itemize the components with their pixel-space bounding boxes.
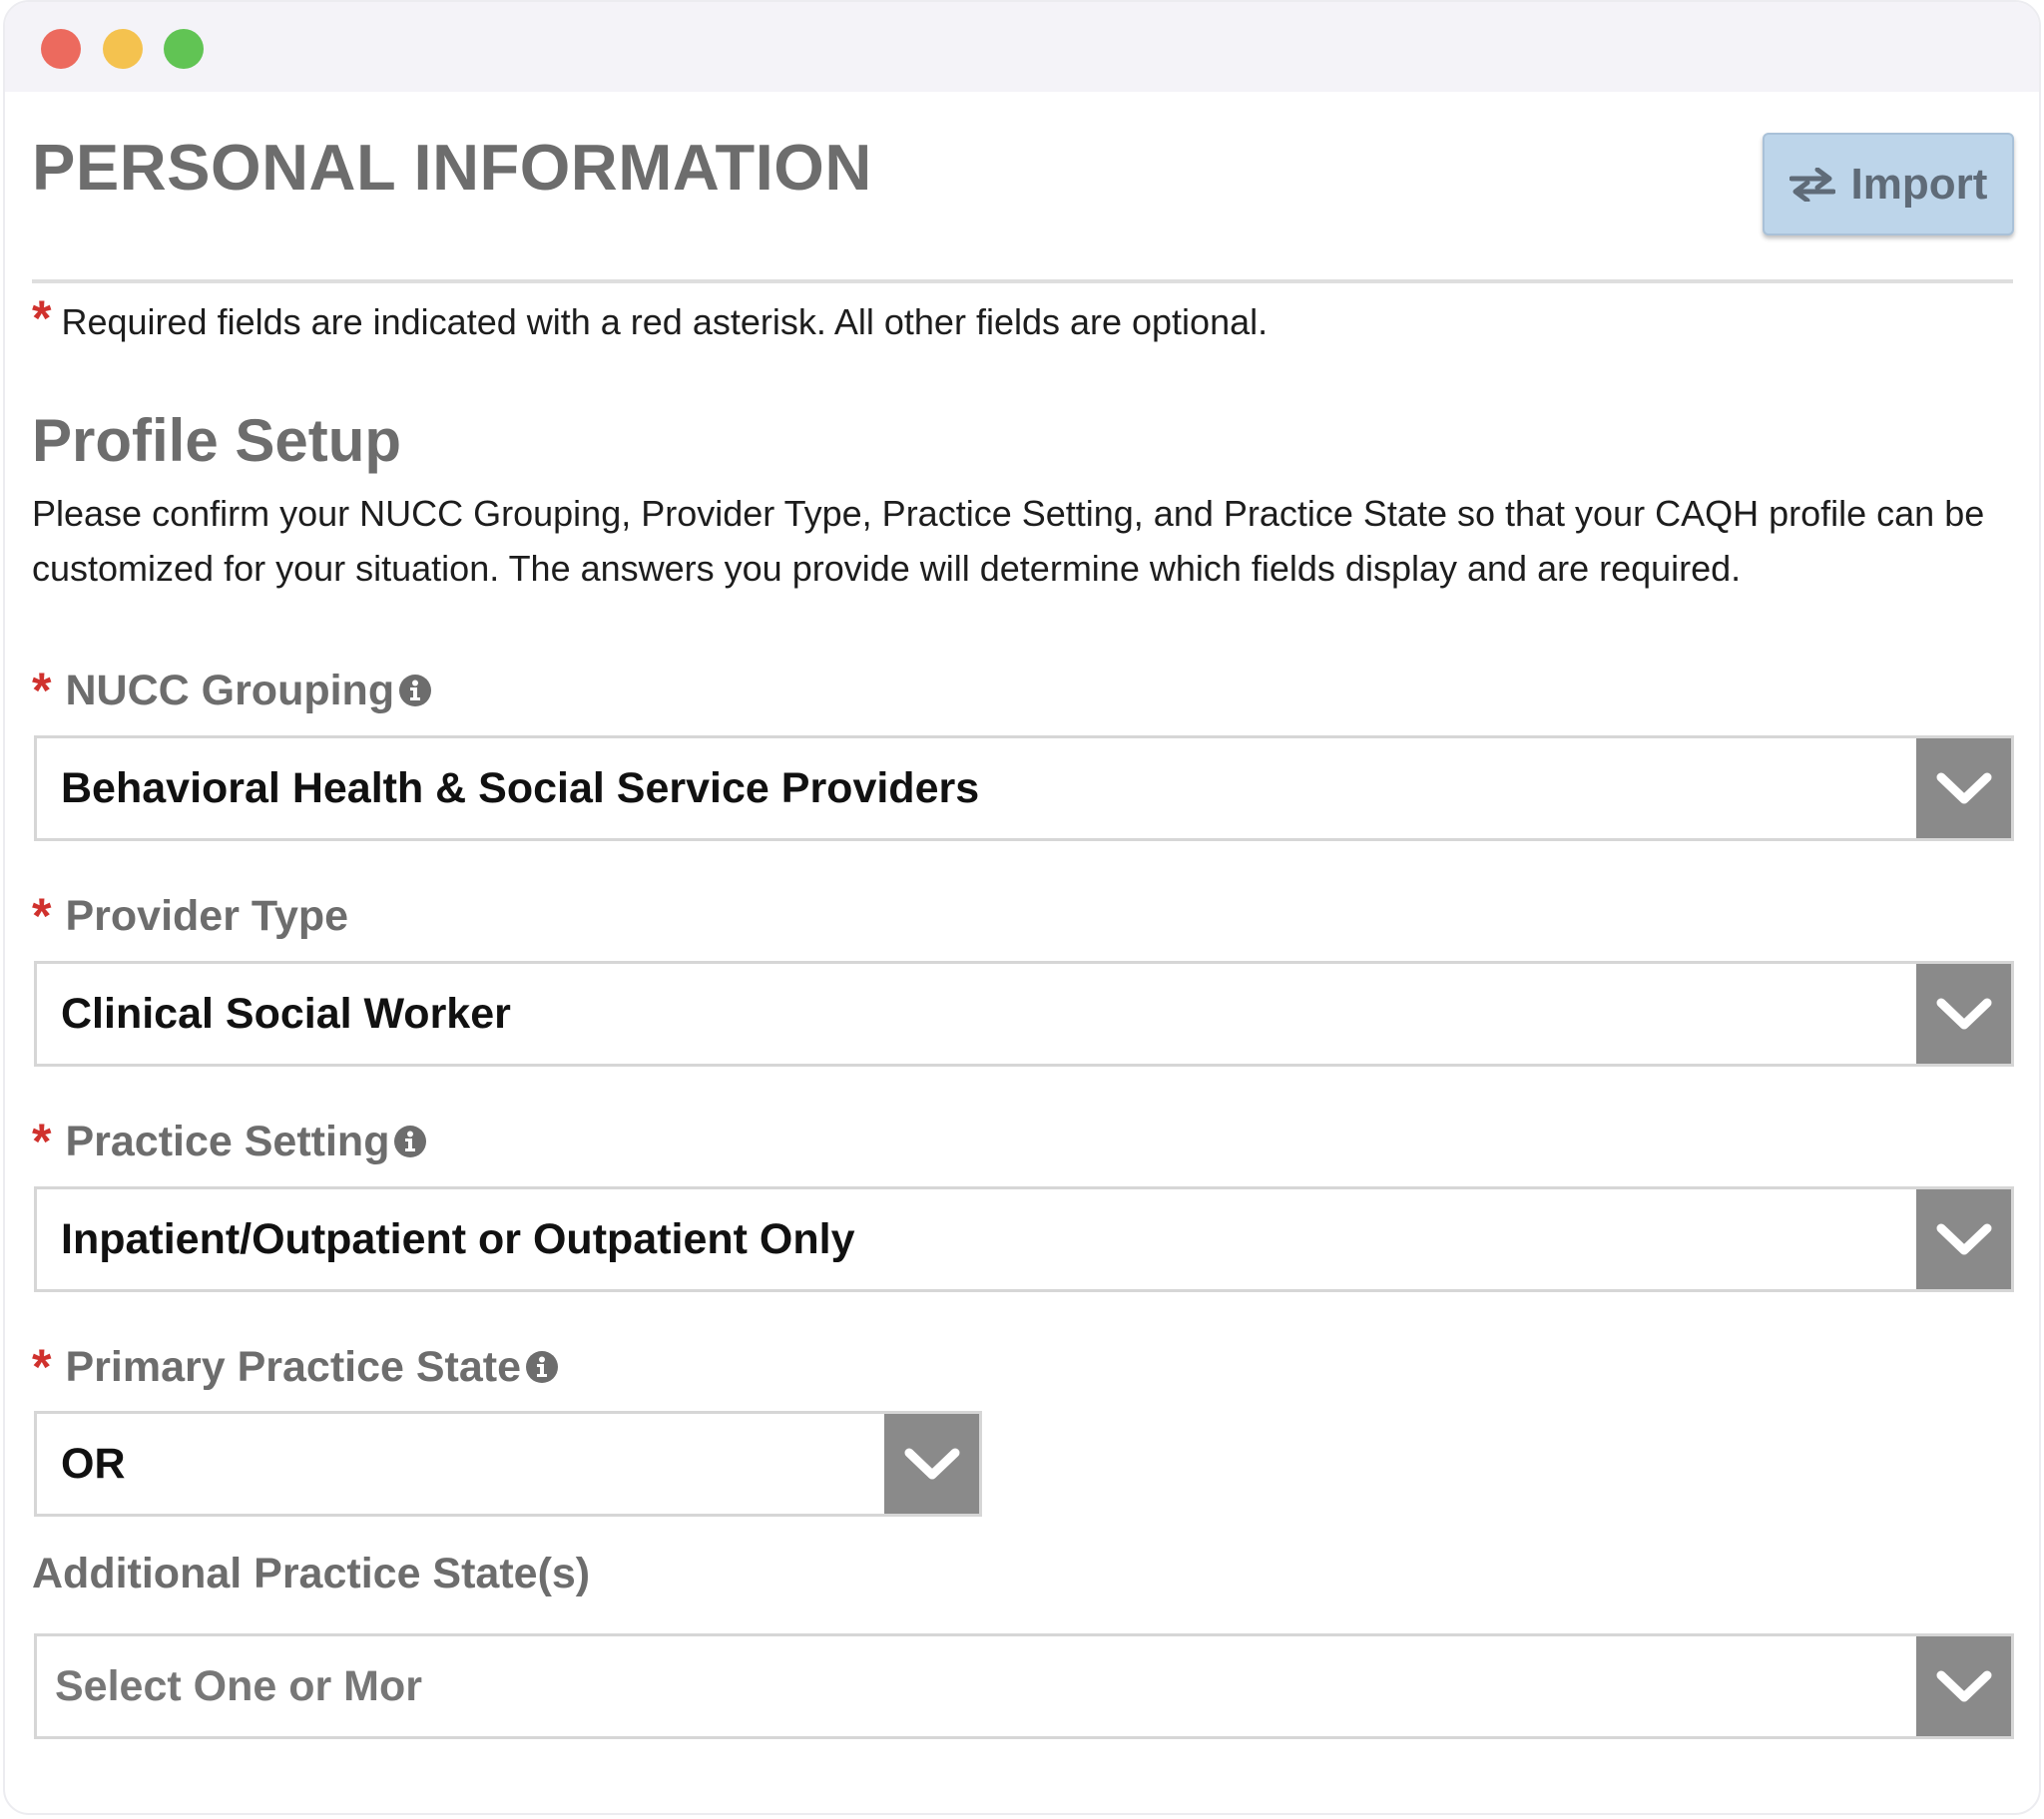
provider-type-select[interactable]: Clinical Social Worker [34, 961, 2014, 1067]
additional-practice-states-label-text: Additional Practice State(s) [32, 1550, 591, 1597]
required-asterisk: * [32, 1114, 52, 1169]
info-icon[interactable] [393, 1125, 427, 1158]
app-window: PERSONAL INFORMATION Import * Required fi… [3, 0, 2041, 1815]
chevron-down-icon[interactable] [884, 1414, 979, 1514]
page-title: PERSONAL INFORMATION [32, 131, 872, 204]
practice-setting-select[interactable]: Inpatient/Outpatient or Outpatient Only [34, 1186, 2014, 1292]
primary-practice-state-value: OR [61, 1439, 126, 1488]
nucc-grouping-value: Behavioral Health & Social Service Provi… [61, 763, 980, 812]
info-icon[interactable] [398, 674, 432, 707]
required-asterisk: * [32, 888, 52, 944]
import-button[interactable]: Import [1763, 133, 2014, 235]
primary-practice-state-label: * Primary Practice State [32, 1342, 559, 1392]
provider-type-label: * Provider Type [32, 891, 348, 941]
primary-practice-state-label-text: Primary Practice State [65, 1343, 522, 1391]
chevron-down-icon[interactable] [1916, 964, 2011, 1064]
nucc-grouping-label-text: NUCC Grouping [65, 667, 395, 714]
title-bar [5, 2, 2039, 92]
required-asterisk: * [32, 1339, 52, 1395]
info-icon[interactable] [525, 1350, 559, 1384]
header-divider [32, 279, 2013, 283]
practice-setting-label-text: Practice Setting [65, 1118, 390, 1165]
required-fields-note: * Required fields are indicated with a re… [32, 290, 1269, 346]
required-asterisk: * [32, 663, 52, 718]
minimize-window-button[interactable] [103, 29, 143, 69]
provider-type-label-text: Provider Type [65, 892, 349, 940]
provider-type-value: Clinical Social Worker [61, 989, 511, 1038]
additional-practice-states-label: Additional Practice State(s) [32, 1549, 590, 1598]
additional-practice-states-select[interactable]: Select One or Mor [34, 1633, 2014, 1739]
chevron-down-icon[interactable] [1916, 1189, 2011, 1289]
chevron-down-icon[interactable] [1916, 738, 2011, 838]
nucc-grouping-label: * NUCC Grouping [32, 666, 432, 715]
primary-practice-state-select[interactable]: OR [34, 1411, 982, 1517]
section-title: Profile Setup [32, 407, 402, 474]
import-button-label: Import [1850, 159, 1988, 209]
maximize-window-button[interactable] [164, 29, 204, 69]
additional-practice-states-placeholder: Select One or Mor [55, 1661, 422, 1710]
swap-arrows-icon [1788, 167, 1835, 202]
section-description: Please confirm your NUCC Grouping, Provi… [32, 493, 1985, 589]
practice-setting-value: Inpatient/Outpatient or Outpatient Only [61, 1214, 855, 1263]
required-asterisk: * [32, 290, 52, 346]
nucc-grouping-select[interactable]: Behavioral Health & Social Service Provi… [34, 735, 2014, 841]
required-note-text: Required fields are indicated with a red… [61, 301, 1269, 342]
close-window-button[interactable] [41, 29, 81, 69]
practice-setting-label: * Practice Setting [32, 1117, 427, 1166]
chevron-down-icon[interactable] [1916, 1636, 2011, 1736]
